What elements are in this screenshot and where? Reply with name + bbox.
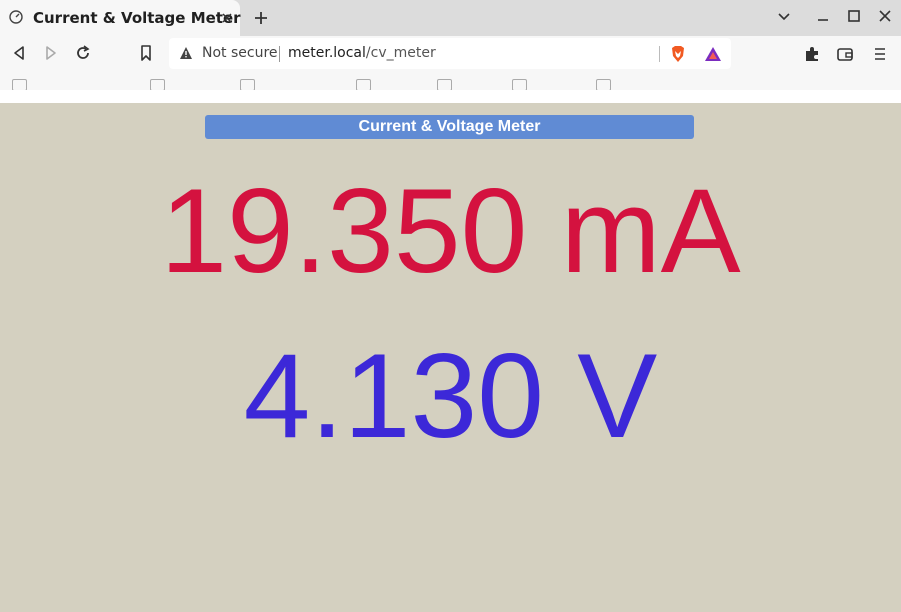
bookmark-icon[interactable] (137, 44, 155, 62)
warning-icon[interactable] (179, 46, 193, 60)
address-separator (279, 46, 280, 62)
new-tab-icon[interactable] (253, 10, 269, 26)
extensions-icon[interactable] (803, 45, 821, 63)
maximize-icon[interactable] (847, 9, 861, 23)
bookmark-item[interactable] (12, 79, 32, 90)
current-value: 19.350 (160, 164, 528, 298)
reload-icon[interactable] (74, 44, 92, 62)
tab-current-voltage-meter[interactable]: Current & Voltage Meter (0, 0, 241, 36)
bookmark-item[interactable] (437, 79, 457, 90)
current-reading: 19.350 mA (0, 171, 901, 291)
current-unit: mA (560, 164, 741, 298)
speedometer-icon (9, 10, 23, 24)
folder-icon (512, 79, 527, 90)
tab-strip: Current & Voltage Meter (0, 0, 901, 36)
folder-icon (437, 79, 452, 90)
browser-toolbar: Not secure meter.local/cv_meter (0, 36, 901, 74)
close-tab-icon[interactable] (220, 11, 234, 25)
tab-search-chevron-icon[interactable] (777, 9, 791, 23)
page-top-strip (0, 90, 901, 103)
bookmark-item[interactable] (596, 79, 616, 90)
wallet-icon[interactable] (836, 45, 854, 63)
meter-page: Current & Voltage Meter 19.350 mA 4.130 … (0, 103, 901, 612)
folder-icon (12, 79, 27, 90)
brave-shields-icon[interactable] (670, 45, 686, 63)
bookmark-item[interactable] (512, 79, 532, 90)
bookmarks-bar (0, 74, 901, 90)
tab-title: Current & Voltage Meter (33, 9, 241, 27)
url-path: /cv_meter (365, 45, 436, 61)
bookmark-item[interactable] (150, 79, 170, 90)
menu-icon[interactable] (871, 45, 889, 63)
bookmark-item[interactable] (240, 79, 260, 90)
forward-icon[interactable] (42, 44, 60, 62)
voltage-unit: V (577, 329, 658, 463)
minimize-icon[interactable] (816, 9, 830, 23)
voltage-value: 4.130 (243, 329, 544, 463)
folder-icon (356, 79, 371, 90)
address-bar[interactable]: Not secure meter.local/cv_meter (169, 38, 731, 69)
bookmark-item[interactable] (356, 79, 376, 90)
url-text[interactable]: meter.local/cv_meter (288, 45, 436, 61)
close-window-icon[interactable] (878, 9, 892, 23)
folder-icon (150, 79, 165, 90)
url-host: meter.local (288, 45, 366, 61)
folder-icon (240, 79, 255, 90)
voltage-reading: 4.130 V (0, 336, 901, 456)
folder-icon (596, 79, 611, 90)
security-status-label[interactable]: Not secure (202, 45, 278, 61)
address-separator-2 (659, 46, 660, 62)
page-header: Current & Voltage Meter (205, 115, 694, 139)
back-icon[interactable] (10, 44, 28, 62)
brave-rewards-icon[interactable] (704, 46, 722, 62)
